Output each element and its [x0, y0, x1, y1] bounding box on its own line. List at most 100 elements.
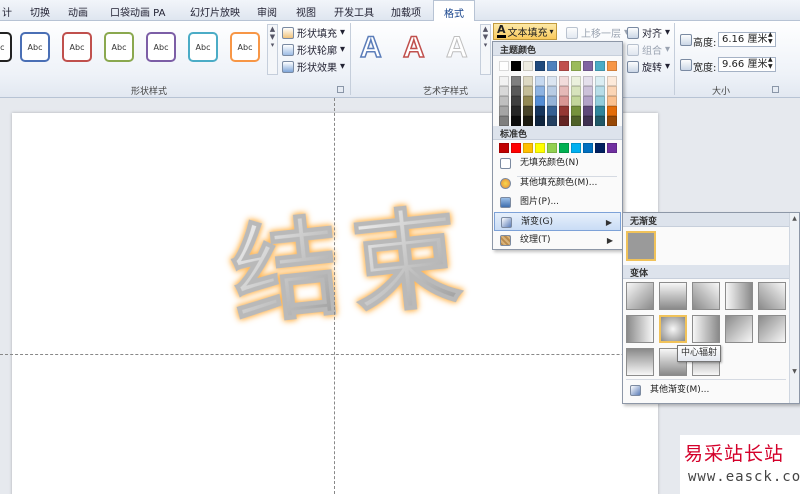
standard-color-swatch[interactable] — [523, 143, 533, 153]
standard-color-swatch[interactable] — [535, 143, 545, 153]
standard-color-swatch[interactable] — [571, 143, 581, 153]
theme-color-shade-swatch[interactable] — [523, 116, 533, 126]
gradient-variant-tile[interactable] — [725, 282, 753, 310]
gradient-variant-tile[interactable] — [692, 315, 720, 343]
theme-color-shade-swatch[interactable] — [607, 76, 617, 86]
tab-transitions[interactable]: 切换 — [30, 4, 50, 19]
theme-color-shade-swatch[interactable] — [511, 106, 521, 116]
wordart-style-1[interactable]: A — [359, 32, 382, 64]
theme-color-swatch[interactable] — [523, 61, 533, 71]
text-fill-button[interactable]: A 文本填充 ▾ — [493, 23, 557, 40]
theme-color-swatch[interactable] — [547, 61, 557, 71]
theme-color-shade-swatch[interactable] — [583, 106, 593, 116]
slide-text-char[interactable]: 结 — [225, 203, 347, 341]
tab-developer[interactable]: 开发工具 — [334, 4, 374, 19]
theme-color-swatch[interactable] — [571, 61, 581, 71]
group-button[interactable]: 组合 ▾ — [627, 42, 670, 57]
theme-color-shade-swatch[interactable] — [523, 96, 533, 106]
theme-color-shade-swatch[interactable] — [547, 76, 557, 86]
theme-color-shade-swatch[interactable] — [535, 76, 545, 86]
theme-color-shade-swatch[interactable] — [511, 86, 521, 96]
theme-color-swatch[interactable] — [535, 61, 545, 71]
theme-color-shade-swatch[interactable] — [595, 106, 605, 116]
gradient-fill-item[interactable]: 渐变(G) ▶ — [494, 212, 621, 231]
more-gradients-item[interactable]: 其他渐变(M)... — [624, 381, 789, 400]
gradient-variant-tile[interactable] — [692, 282, 720, 310]
theme-color-shade-swatch[interactable] — [571, 106, 581, 116]
theme-color-shade-swatch[interactable] — [499, 76, 509, 86]
gradient-variant-tile[interactable] — [758, 282, 786, 310]
theme-color-shade-swatch[interactable] — [559, 76, 569, 86]
wordart-gallery-scroll[interactable]: ▲ ▼ ▾ — [480, 24, 491, 75]
gradient-variant-tile[interactable] — [725, 315, 753, 343]
gradient-variant-tile[interactable] — [659, 282, 687, 310]
standard-color-swatch[interactable] — [607, 143, 617, 153]
align-button[interactable]: 对齐 ▾ — [627, 25, 670, 40]
shape-style-5[interactable]: Abc — [146, 32, 176, 62]
tab-animations[interactable]: 动画 — [68, 4, 88, 19]
theme-color-swatch[interactable] — [595, 61, 605, 71]
theme-color-shade-swatch[interactable] — [523, 86, 533, 96]
theme-color-shade-swatch[interactable] — [595, 96, 605, 106]
standard-color-swatch[interactable] — [547, 143, 557, 153]
shape-fill-button[interactable]: 形状填充 ▾ — [282, 25, 345, 40]
shape-style-1[interactable]: Abc — [0, 32, 12, 62]
tab-design[interactable]: 计 — [2, 4, 12, 19]
theme-color-swatch[interactable] — [607, 61, 617, 71]
theme-color-swatch[interactable] — [583, 61, 593, 71]
standard-color-swatch[interactable] — [559, 143, 569, 153]
theme-color-shade-swatch[interactable] — [571, 76, 581, 86]
theme-color-shade-swatch[interactable] — [547, 96, 557, 106]
theme-color-shade-swatch[interactable] — [607, 96, 617, 106]
gradient-variant-tile[interactable] — [626, 315, 654, 343]
shape-style-2[interactable]: Abc — [20, 32, 50, 62]
gradient-variant-tile[interactable] — [626, 348, 654, 376]
width-spinner[interactable]: ▲ ▼ — [768, 56, 773, 70]
texture-fill-item[interactable]: 纹理(T) ▶ — [494, 231, 621, 250]
theme-color-swatch[interactable] — [499, 61, 509, 71]
theme-color-shade-swatch[interactable] — [547, 106, 557, 116]
theme-color-shade-swatch[interactable] — [535, 116, 545, 126]
theme-color-shade-swatch[interactable] — [595, 116, 605, 126]
theme-color-shade-swatch[interactable] — [499, 86, 509, 96]
rotate-button[interactable]: 旋转 ▾ — [627, 59, 670, 74]
theme-color-shade-swatch[interactable] — [559, 106, 569, 116]
more-fill-colors-item[interactable]: 其他填充颜色(M)... — [494, 174, 621, 193]
tab-view[interactable]: 视图 — [296, 4, 316, 19]
theme-color-shade-swatch[interactable] — [571, 86, 581, 96]
theme-color-shade-swatch[interactable] — [523, 106, 533, 116]
theme-color-shade-swatch[interactable] — [535, 96, 545, 106]
theme-color-shade-swatch[interactable] — [547, 116, 557, 126]
wordart-style-3[interactable]: A — [446, 32, 469, 63]
theme-color-shade-swatch[interactable] — [607, 106, 617, 116]
slide-text-char[interactable]: 束 — [345, 193, 467, 331]
theme-color-shade-swatch[interactable] — [571, 96, 581, 106]
theme-color-shade-swatch[interactable] — [547, 86, 557, 96]
dialog-launcher-icon[interactable] — [337, 86, 344, 93]
no-gradient-tile[interactable] — [626, 231, 656, 261]
tab-format[interactable]: 格式 — [433, 0, 475, 22]
theme-color-shade-swatch[interactable] — [559, 86, 569, 96]
theme-color-shade-swatch[interactable] — [559, 96, 569, 106]
tab-review[interactable]: 审阅 — [257, 4, 277, 19]
tab-pocket-animation[interactable]: 口袋动画 PA — [110, 4, 165, 19]
shape-outline-button[interactable]: 形状轮廓 ▾ — [282, 42, 345, 57]
standard-color-swatch[interactable] — [595, 143, 605, 153]
theme-color-shade-swatch[interactable] — [607, 86, 617, 96]
shape-style-7[interactable]: Abc — [230, 32, 260, 62]
theme-color-shade-swatch[interactable] — [535, 86, 545, 96]
shape-style-4[interactable]: Abc — [104, 32, 134, 62]
picture-fill-item[interactable]: 图片(P)... — [494, 193, 621, 212]
wordart-style-2[interactable]: A — [402, 32, 425, 64]
theme-color-shade-swatch[interactable] — [559, 116, 569, 126]
standard-color-swatch[interactable] — [511, 143, 521, 153]
theme-color-shade-swatch[interactable] — [535, 106, 545, 116]
theme-color-shade-swatch[interactable] — [595, 86, 605, 96]
dialog-launcher-icon[interactable] — [772, 86, 779, 93]
theme-color-shade-swatch[interactable] — [499, 96, 509, 106]
gradient-variant-tile[interactable] — [758, 315, 786, 343]
tab-addins[interactable]: 加载项 — [391, 4, 421, 19]
theme-color-shade-swatch[interactable] — [607, 116, 617, 126]
height-spinner[interactable]: ▲ ▼ — [768, 31, 773, 45]
shape-effects-button[interactable]: 形状效果 ▾ — [282, 59, 345, 74]
